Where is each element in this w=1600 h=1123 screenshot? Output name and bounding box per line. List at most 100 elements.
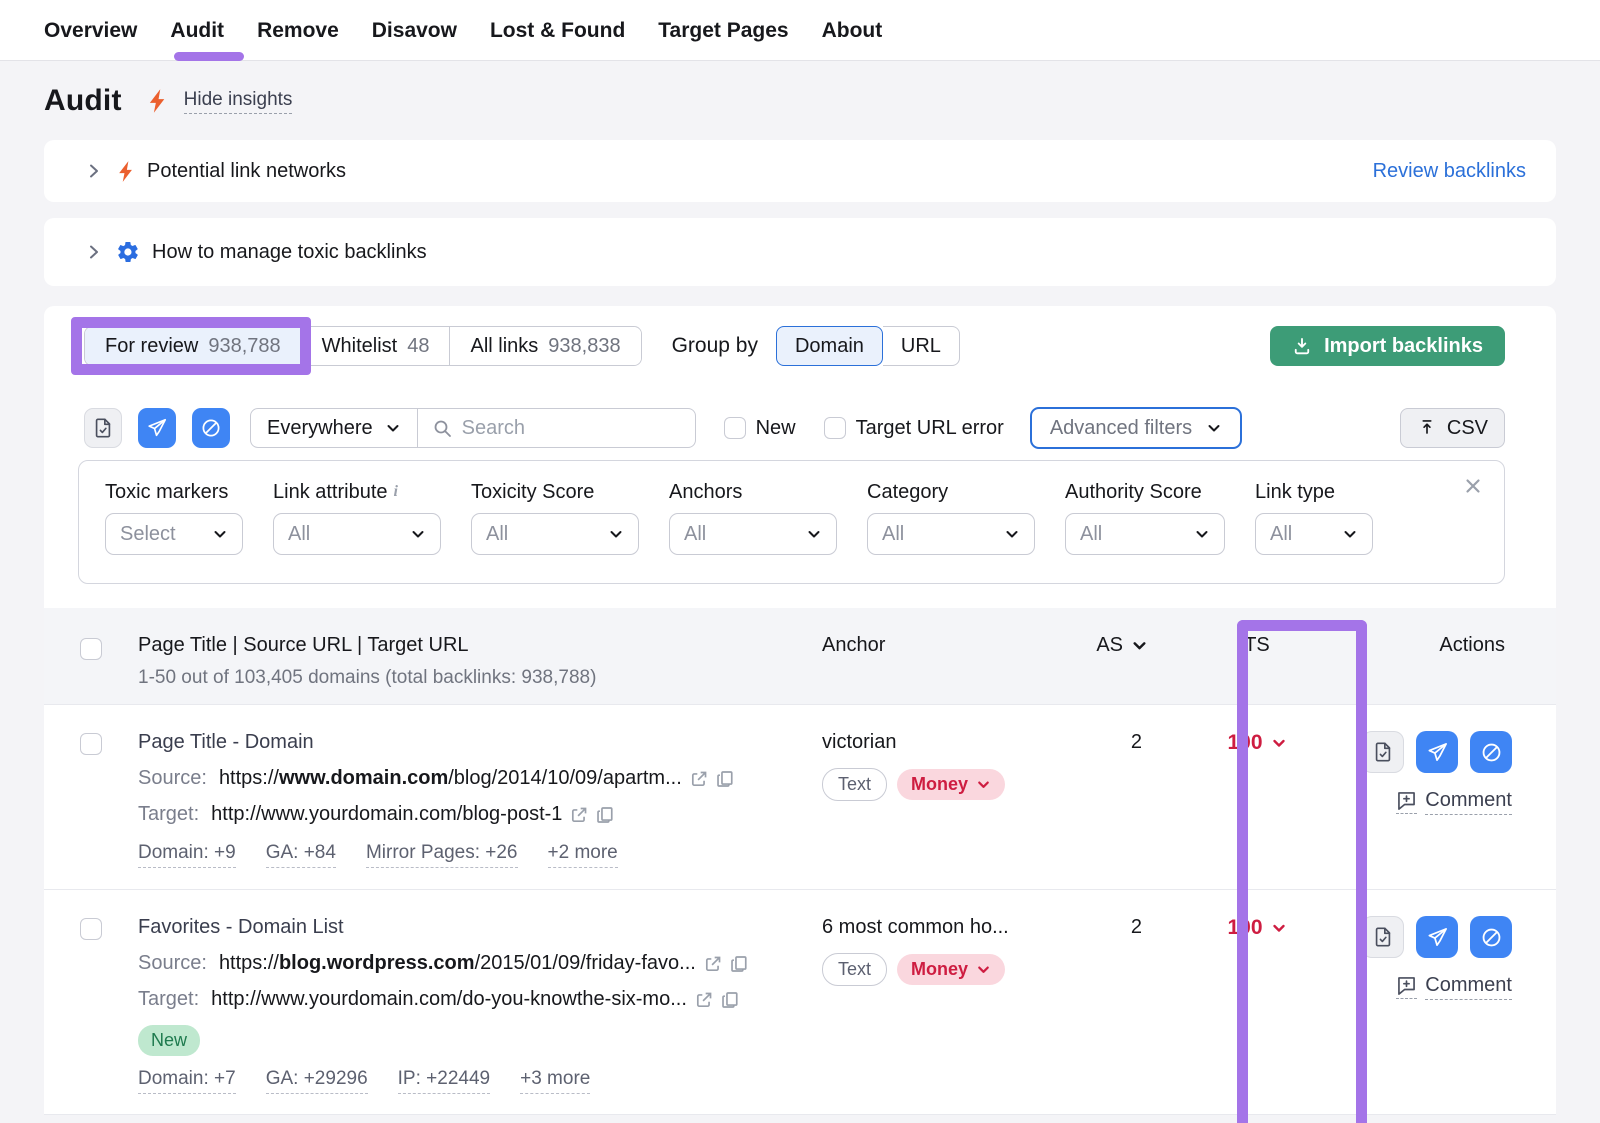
filter-category: Category All	[867, 479, 1035, 583]
chevron-down-icon	[1271, 735, 1287, 751]
document-check-icon	[1372, 925, 1394, 949]
row-checkbox[interactable]	[80, 733, 102, 755]
keep-link-button[interactable]	[1362, 731, 1404, 773]
move-to-disavow-button[interactable]	[192, 408, 230, 448]
copy-icon[interactable]	[721, 991, 739, 1009]
nav-item-lost-found[interactable]: Lost & Found	[490, 0, 625, 61]
nav-item-target-pages[interactable]: Target Pages	[658, 0, 788, 61]
chevron-right-icon[interactable]	[86, 163, 102, 179]
external-link-icon[interactable]	[695, 991, 713, 1009]
source-url: https://blog.wordpress.com/2015/01/09/fr…	[219, 952, 696, 975]
nav-item-disavow[interactable]: Disavow	[372, 0, 457, 61]
pagination-summary: 1-50 out of 103,405 domains (total backl…	[138, 667, 822, 689]
toxic-marker-domain[interactable]: Domain: +7	[138, 1068, 236, 1094]
tab-count: 48	[407, 335, 429, 358]
keep-link-button[interactable]	[1362, 916, 1404, 958]
list-tabs: For review938,788 Whitelist48 All links9…	[84, 326, 642, 366]
authority-score-select[interactable]: All	[1065, 513, 1225, 555]
copy-icon[interactable]	[730, 955, 748, 973]
advanced-filters-button[interactable]: Advanced filters	[1030, 407, 1242, 449]
toxic-markers-select[interactable]: Select	[105, 513, 243, 555]
tab-count: 938,788	[208, 335, 280, 358]
audit-main-panel: For review938,788 Whitelist48 All links9…	[44, 306, 1556, 1115]
tab-all-links[interactable]: All links938,838	[449, 327, 640, 365]
import-backlinks-button[interactable]: Import backlinks	[1270, 326, 1505, 366]
authority-score-value: 2	[1131, 916, 1152, 939]
nav-item-remove[interactable]: Remove	[257, 0, 339, 61]
row-page-title[interactable]: Page Title - Domain	[138, 731, 822, 754]
comment-button[interactable]: Comment	[1396, 789, 1512, 815]
toxicity-score-value[interactable]: 100	[1227, 916, 1286, 940]
hide-insights-link[interactable]: Hide insights	[184, 89, 293, 114]
toxic-marker-mirror-pages[interactable]: Mirror Pages: +26	[366, 842, 518, 868]
filter-new-checkbox[interactable]: New	[724, 417, 796, 440]
checkbox[interactable]	[824, 417, 846, 439]
link-type-select[interactable]: All	[1255, 513, 1373, 555]
no-entry-icon	[200, 417, 222, 439]
review-backlinks-link[interactable]: Review backlinks	[1373, 160, 1526, 183]
info-icon[interactable]: i	[394, 483, 398, 501]
insight-card-manage-toxic[interactable]: How to manage toxic backlinks	[44, 218, 1556, 286]
money-anchor-badge[interactable]: Money	[897, 954, 1005, 985]
move-to-whitelist-button[interactable]	[84, 408, 122, 448]
search-scope-dropdown[interactable]: Everywhere	[250, 408, 418, 448]
move-to-remove-button[interactable]	[138, 408, 176, 448]
copy-icon[interactable]	[596, 806, 614, 824]
document-check-icon	[92, 416, 114, 440]
toxic-marker-ip[interactable]: IP: +22449	[398, 1068, 490, 1094]
nav-item-overview[interactable]: Overview	[44, 0, 137, 61]
column-header-actions: Actions	[1439, 634, 1505, 657]
text-link-badge[interactable]: Text	[822, 953, 887, 986]
anchors-select[interactable]: All	[669, 513, 837, 555]
row-checkbox[interactable]	[80, 918, 102, 940]
copy-icon[interactable]	[716, 770, 734, 788]
comment-button[interactable]: Comment	[1396, 974, 1512, 1000]
insight-card-link-networks[interactable]: Potential link networks Review backlinks	[44, 140, 1556, 202]
paper-plane-icon	[1426, 741, 1449, 764]
no-entry-icon	[1480, 741, 1503, 764]
move-to-disavow-button[interactable]	[1470, 731, 1512, 773]
toxic-marker-ga[interactable]: GA: +84	[266, 842, 336, 868]
move-to-remove-button[interactable]	[1416, 731, 1458, 773]
filter-target-url-error-checkbox[interactable]: Target URL error	[824, 417, 1004, 440]
link-attribute-select[interactable]: All	[273, 513, 441, 555]
close-icon[interactable]	[1464, 477, 1482, 495]
money-anchor-badge[interactable]: Money	[897, 769, 1005, 800]
move-to-disavow-button[interactable]	[1470, 916, 1512, 958]
checkbox[interactable]	[724, 417, 746, 439]
filter-label: Anchors	[669, 479, 837, 505]
text-link-badge[interactable]: Text	[822, 768, 887, 801]
export-csv-button[interactable]: CSV	[1400, 408, 1505, 448]
category-select[interactable]: All	[867, 513, 1035, 555]
chevron-down-icon	[1194, 526, 1210, 542]
source-label: Source:	[138, 952, 207, 975]
toxic-marker-domain[interactable]: Domain: +9	[138, 842, 236, 868]
group-by-url-button[interactable]: URL	[883, 326, 960, 366]
target-label: Target:	[138, 988, 199, 1011]
nav-item-about[interactable]: About	[822, 0, 883, 61]
tab-whitelist[interactable]: Whitelist48	[301, 327, 450, 365]
toxicity-score-value[interactable]: 100	[1227, 731, 1286, 755]
toxicity-score-select[interactable]: All	[471, 513, 639, 555]
chevron-down-icon	[976, 962, 991, 977]
select-all-checkbox[interactable]	[80, 638, 102, 660]
filter-toxic-markers: Toxic markers Select	[105, 479, 243, 583]
toxic-marker-more[interactable]: +2 more	[548, 842, 618, 868]
document-check-icon	[1372, 740, 1394, 764]
group-by-domain-button[interactable]: Domain	[776, 326, 883, 366]
upload-icon	[1417, 418, 1437, 438]
row-page-title[interactable]: Favorites - Domain List	[138, 916, 822, 939]
toxic-marker-ga[interactable]: GA: +29296	[266, 1068, 368, 1094]
tab-for-review[interactable]: For review938,788	[85, 327, 301, 365]
external-link-icon[interactable]	[690, 770, 708, 788]
external-link-icon[interactable]	[570, 806, 588, 824]
tab-count: 938,838	[548, 335, 620, 358]
toxic-marker-more[interactable]: +3 more	[520, 1068, 590, 1094]
move-to-remove-button[interactable]	[1416, 916, 1458, 958]
target-label: Target:	[138, 803, 199, 826]
external-link-icon[interactable]	[704, 955, 722, 973]
chevron-right-icon[interactable]	[86, 244, 102, 260]
search-field[interactable]	[418, 408, 696, 448]
search-input[interactable]	[462, 417, 662, 440]
column-header-as-sort[interactable]: AS	[1096, 634, 1152, 657]
